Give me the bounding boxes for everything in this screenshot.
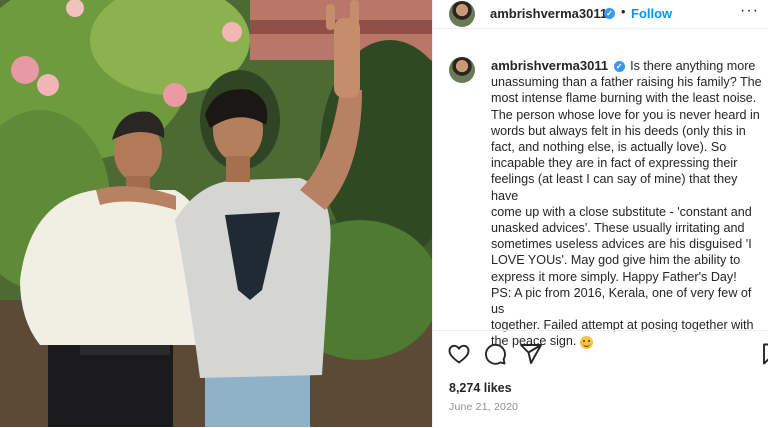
more-options-icon[interactable]: ··· bbox=[740, 2, 759, 20]
post-sidebar: ambrishverma3011 ✓ • Follow ··· ambrishv… bbox=[432, 0, 768, 427]
caption-line: feelings (at least I can say of mine) th… bbox=[491, 172, 738, 203]
paper-plane-icon[interactable] bbox=[519, 342, 543, 366]
comment-icon[interactable] bbox=[483, 342, 507, 366]
author-avatar[interactable] bbox=[449, 1, 475, 27]
caption-author-avatar[interactable] bbox=[449, 57, 475, 83]
follow-button[interactable]: Follow bbox=[631, 6, 672, 21]
caption-line: words but always felt in his deeds (only… bbox=[491, 123, 746, 138]
heart-icon[interactable] bbox=[447, 342, 471, 366]
caption-line: PS: A pic from 2016, Kerala, one of very… bbox=[491, 285, 752, 317]
caption-line: The person whose love for you is never h… bbox=[491, 107, 760, 122]
caption-line: unasked advices'. These usually irritati… bbox=[491, 221, 745, 236]
caption-line: sometimes useless advices are his disgui… bbox=[491, 237, 752, 252]
post-actions: 8,274 likes June 21, 2020 bbox=[433, 330, 768, 428]
post-header: ambrishverma3011 ✓ • Follow ··· bbox=[433, 0, 768, 29]
caption-author-username[interactable]: ambrishverma3011 bbox=[491, 58, 608, 73]
caption-line: come up with a close substitute - 'const… bbox=[491, 204, 752, 219]
caption-line: fact, and nothing else, is actually love… bbox=[491, 140, 727, 155]
caption-line: express it more simply. Happy Father's D… bbox=[491, 269, 737, 284]
bookmark-icon[interactable] bbox=[759, 342, 768, 366]
post-caption: ambrishverma3011 ✓ Is there anything mor… bbox=[491, 58, 763, 350]
caption-line: incapable they are in fact of expressing… bbox=[491, 156, 738, 171]
verified-badge-icon: ✓ bbox=[613, 61, 625, 73]
photo-illustration bbox=[0, 0, 432, 427]
caption-line: unassuming than a father raising his fam… bbox=[491, 75, 762, 90]
caption-line: most intense flame burning with the leas… bbox=[491, 91, 757, 106]
likes-count[interactable]: 8,274 likes bbox=[449, 381, 512, 395]
post-photo[interactable] bbox=[0, 0, 432, 427]
caption-line: LOVE YOUs'. May god give him the ability… bbox=[491, 253, 741, 268]
caption-line: ambrishverma3011 ✓ Is there anything mor… bbox=[491, 58, 763, 74]
verified-badge-icon: ✓ bbox=[604, 8, 615, 19]
caption-text: Is there anything more bbox=[630, 59, 756, 73]
separator-dot: • bbox=[621, 4, 626, 19]
post-date[interactable]: June 21, 2020 bbox=[449, 401, 518, 413]
author-username[interactable]: ambrishverma3011 bbox=[490, 6, 607, 21]
